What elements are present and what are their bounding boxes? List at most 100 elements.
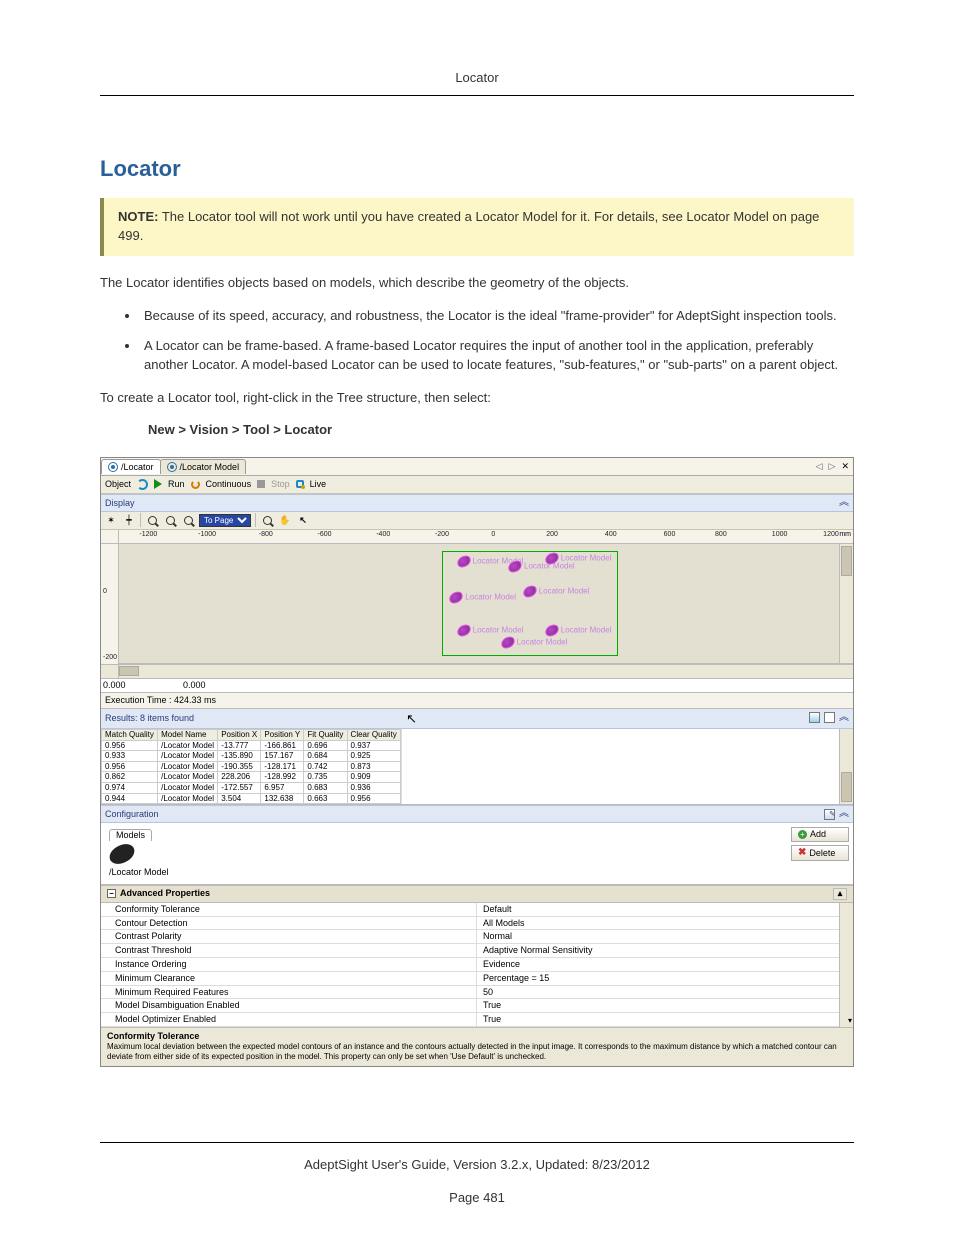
delete-button[interactable]: ✖ Delete xyxy=(791,845,849,861)
running-header: Locator xyxy=(100,70,854,96)
prop-value[interactable]: 50 xyxy=(477,986,853,1000)
footer-text: AdeptSight User's Guide, Version 3.2.x, … xyxy=(100,1157,854,1172)
page-title: Locator xyxy=(100,156,854,182)
coordinate-readout: 0.0000.000 xyxy=(101,678,853,693)
pointer-icon[interactable]: ↖ xyxy=(296,513,310,527)
located-instance xyxy=(544,552,560,566)
vertical-scrollbar[interactable] xyxy=(839,729,853,804)
table-row[interactable]: 0.974/Locator Model-172.5576.9570.6830.9… xyxy=(102,783,401,794)
col-header[interactable]: Model Name xyxy=(158,730,218,741)
next-icon[interactable]: ▷ xyxy=(829,461,836,472)
play-icon[interactable] xyxy=(154,479,162,489)
delete-icon: ✖ xyxy=(798,847,806,859)
table-row[interactable]: 0.933/Locator Model-135.890157.1670.6840… xyxy=(102,751,401,762)
results-label: Results: 8 items found xyxy=(105,713,194,724)
located-instance xyxy=(455,554,471,568)
tool-button[interactable]: ┿ xyxy=(122,513,136,527)
properties-grid: Conformity ToleranceDefault Contour Dete… xyxy=(101,903,853,1027)
horizontal-scrollbar[interactable] xyxy=(101,664,853,678)
model-thumbnail[interactable] xyxy=(107,842,137,866)
continuous-button[interactable]: Continuous xyxy=(206,479,252,490)
advanced-properties-header[interactable]: − Advanced Properties ▴ xyxy=(101,885,853,903)
view-button[interactable] xyxy=(809,712,820,723)
property-help: Conformity Tolerance Maximum local devia… xyxy=(101,1027,853,1066)
page-number: Page 481 xyxy=(100,1190,854,1205)
bullet-item: Because of its speed, accuracy, and robu… xyxy=(140,307,854,326)
collapse-icon[interactable]: − xyxy=(107,889,116,898)
configuration-header[interactable]: Configuration ✎ ︽ xyxy=(101,805,853,823)
display-label: Display xyxy=(105,498,135,509)
prop-value[interactable]: Evidence xyxy=(477,958,853,972)
col-header[interactable]: Clear Quality xyxy=(347,730,400,741)
note-callout: NOTE: The Locator tool will not work unt… xyxy=(100,198,854,256)
vertical-scrollbar[interactable] xyxy=(839,544,853,663)
execution-time: Execution Time : 424.33 ms xyxy=(101,693,853,709)
zoom-icon[interactable] xyxy=(260,513,274,527)
col-header[interactable]: Position X xyxy=(218,730,261,741)
add-button[interactable]: + Add xyxy=(791,827,849,842)
prop-name[interactable]: Contrast Polarity xyxy=(101,930,477,944)
prop-value[interactable]: Percentage = 15 xyxy=(477,972,853,986)
stop-icon[interactable] xyxy=(257,480,265,488)
zoom-out-icon[interactable] xyxy=(163,513,177,527)
stop-button[interactable]: Stop xyxy=(271,479,290,490)
prop-name[interactable]: Contrast Threshold xyxy=(101,944,477,958)
prop-name[interactable]: Minimum Required Features xyxy=(101,986,477,1000)
results-table-area: Match Quality Model Name Position X Posi… xyxy=(101,729,853,805)
prop-name[interactable]: Contour Detection xyxy=(101,917,477,931)
table-row[interactable]: 0.956/Locator Model-190.355-128.1710.742… xyxy=(102,761,401,772)
view-button[interactable] xyxy=(824,712,835,723)
prop-value[interactable]: True xyxy=(477,999,853,1013)
zoom-in-icon[interactable] xyxy=(145,513,159,527)
models-tab[interactable]: Models xyxy=(109,829,152,841)
col-header[interactable]: Match Quality xyxy=(102,730,158,741)
zoom-fit-icon[interactable] xyxy=(181,513,195,527)
continuous-icon[interactable] xyxy=(191,480,200,489)
target-icon xyxy=(108,462,118,472)
results-table: Match Quality Model Name Position X Posi… xyxy=(101,729,401,804)
prop-name[interactable]: Model Optimizer Enabled xyxy=(101,1013,477,1027)
prop-name[interactable]: Conformity Tolerance xyxy=(101,903,477,917)
prop-value[interactable]: All Models xyxy=(477,917,853,931)
display-canvas[interactable]: Locator Model Locator Model Locator Mode… xyxy=(119,544,853,664)
prop-name[interactable]: Instance Ordering xyxy=(101,958,477,972)
prop-value[interactable]: True xyxy=(477,1013,853,1027)
tab-locator-model[interactable]: /Locator Model xyxy=(160,459,247,474)
hand-icon[interactable]: ✋ xyxy=(278,513,292,527)
chevron-up-icon: ︽ xyxy=(839,712,849,724)
close-icon[interactable]: ✕ xyxy=(841,461,849,472)
table-row[interactable]: 0.956/Locator Model-13.777-166.8610.6960… xyxy=(102,740,401,751)
live-button[interactable]: Live xyxy=(310,479,327,490)
tab-label: /Locator xyxy=(121,462,154,473)
table-row[interactable]: 0.944/Locator Model3.504132.6380.6630.95… xyxy=(102,793,401,804)
target-icon xyxy=(167,462,177,472)
topage-select[interactable]: To Page xyxy=(199,514,251,527)
vertical-scrollbar[interactable]: ▾ xyxy=(839,903,853,1027)
run-button[interactable]: Run xyxy=(168,479,185,490)
prev-icon[interactable]: ◁ xyxy=(816,461,823,472)
located-instance xyxy=(499,635,515,649)
configuration-label: Configuration xyxy=(105,809,159,820)
col-header[interactable]: Position Y xyxy=(261,730,304,741)
help-title: Conformity Tolerance xyxy=(107,1031,847,1042)
prop-value[interactable]: Normal xyxy=(477,930,853,944)
col-header[interactable]: Fit Quality xyxy=(304,730,347,741)
live-icon[interactable] xyxy=(296,480,304,488)
prop-value[interactable]: Adaptive Normal Sensitivity xyxy=(477,944,853,958)
prop-name[interactable]: Model Disambiguation Enabled xyxy=(101,999,477,1013)
table-row[interactable]: 0.862/Locator Model228.206-128.9920.7350… xyxy=(102,772,401,783)
display-header[interactable]: Display ︽ xyxy=(101,494,853,512)
prop-value[interactable]: Default xyxy=(477,903,853,917)
results-header[interactable]: Results: 8 items found ↖ ︽ xyxy=(101,709,853,730)
bullet-item: A Locator can be frame-based. A frame-ba… xyxy=(140,337,854,375)
prop-name[interactable]: Minimum Clearance xyxy=(101,972,477,986)
note-text: The Locator tool will not work until you… xyxy=(118,209,819,243)
tool-button[interactable]: ✶ xyxy=(104,513,118,527)
tab-bar: /Locator /Locator Model ◁ ▷ ✕ xyxy=(101,458,853,476)
tab-locator[interactable]: /Locator xyxy=(101,459,161,474)
create-instruction: To create a Locator tool, right-click in… xyxy=(100,389,854,408)
menu-path: New > Vision > Tool > Locator xyxy=(148,422,854,437)
refresh-icon[interactable] xyxy=(137,479,148,490)
edit-button[interactable]: ✎ xyxy=(824,809,835,820)
display-toolbar: ✶ ┿ To Page ✋ ↖ xyxy=(101,512,853,530)
